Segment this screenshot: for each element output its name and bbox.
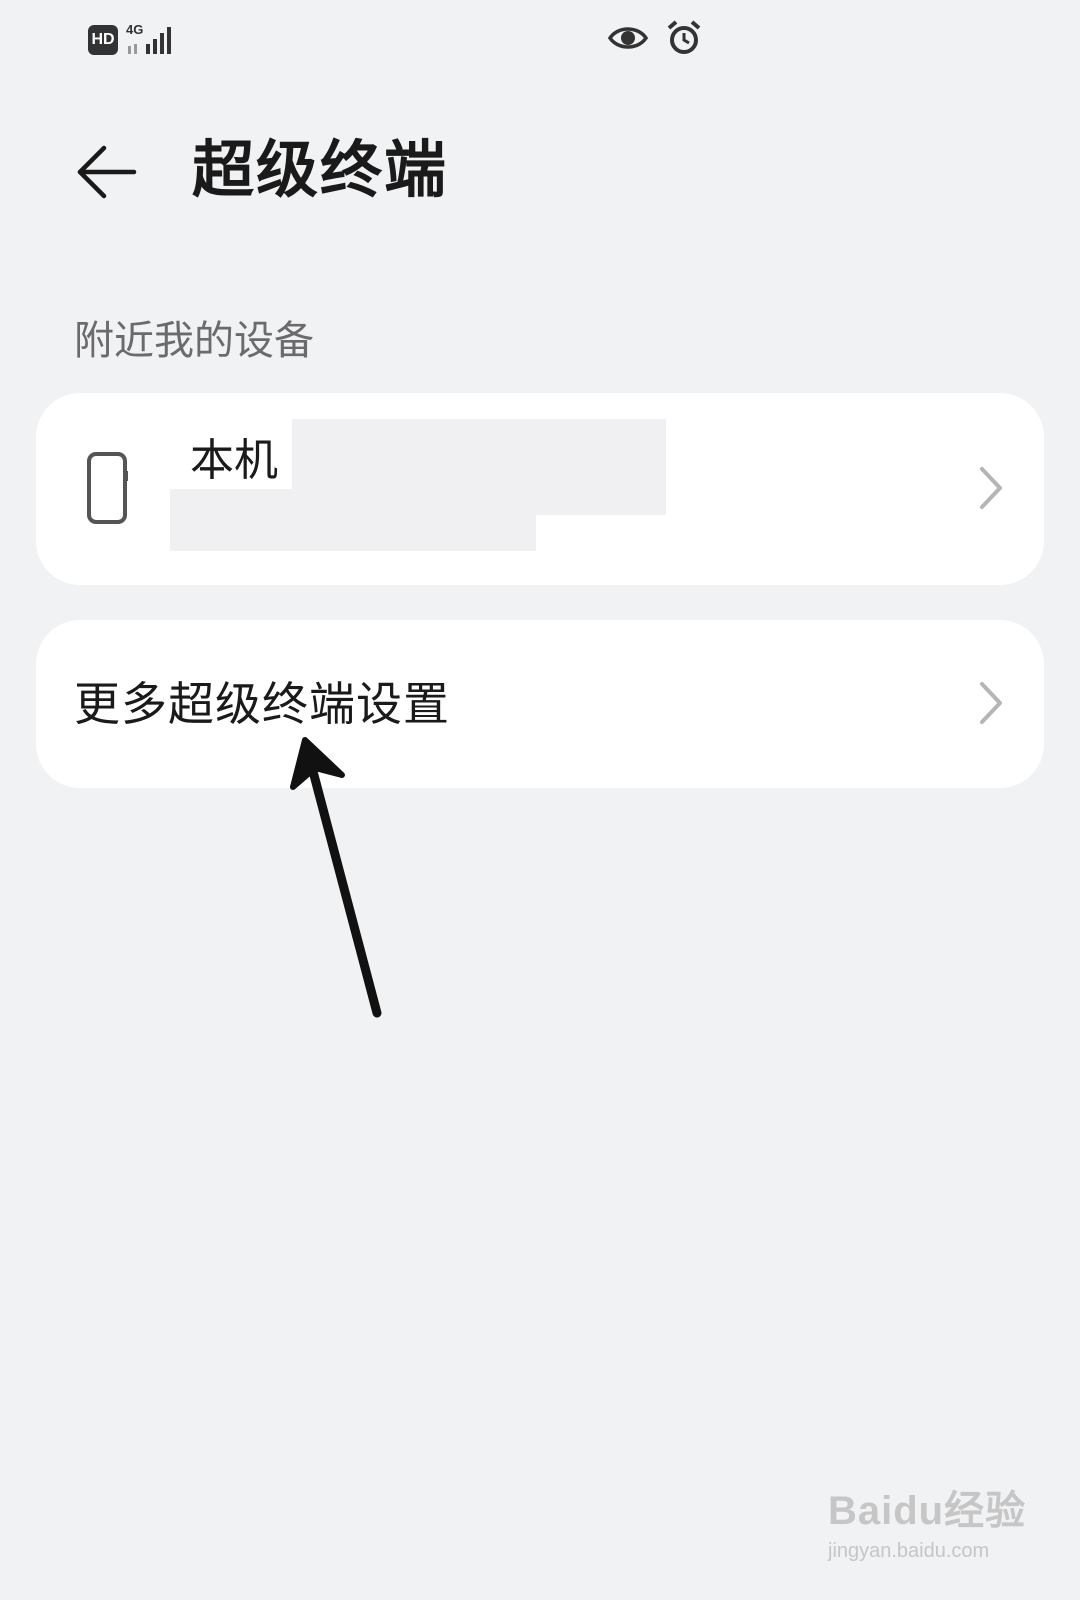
network-type-label: 4G	[126, 22, 144, 37]
alarm-icon	[667, 20, 701, 54]
chevron-right-icon	[980, 682, 1002, 724]
redacted-area	[170, 489, 536, 551]
page-title: 超级终端	[192, 133, 449, 206]
status-bar: HD 4G	[0, 0, 1080, 80]
phone-icon	[87, 452, 128, 524]
status-left: HD 4G	[88, 22, 186, 56]
watermark-logo: Baidu经验	[828, 1489, 1027, 1533]
eye-comfort-icon	[608, 27, 648, 49]
signal-icon: 4G	[126, 22, 186, 56]
device-name: 本机	[190, 435, 278, 486]
more-settings-item[interactable]: 更多超级终端设置	[36, 620, 1044, 788]
annotation-arrow	[290, 737, 382, 1018]
hd-badge-icon: HD	[88, 25, 118, 55]
chevron-right-icon	[980, 467, 1002, 509]
back-button[interactable]	[70, 136, 142, 208]
watermark: Baidu经验 jingyan.baidu.com	[828, 1478, 1028, 1578]
watermark-url: jingyan.baidu.com	[828, 1540, 990, 1562]
device-card-this-phone[interactable]: 本机	[36, 393, 1044, 585]
status-right	[608, 20, 702, 56]
more-settings-label: 更多超级终端设置	[74, 677, 450, 731]
arrow-left-icon	[77, 145, 137, 199]
section-title-nearby: 附近我的设备	[74, 318, 314, 364]
app-header: 超级终端	[0, 120, 1080, 220]
